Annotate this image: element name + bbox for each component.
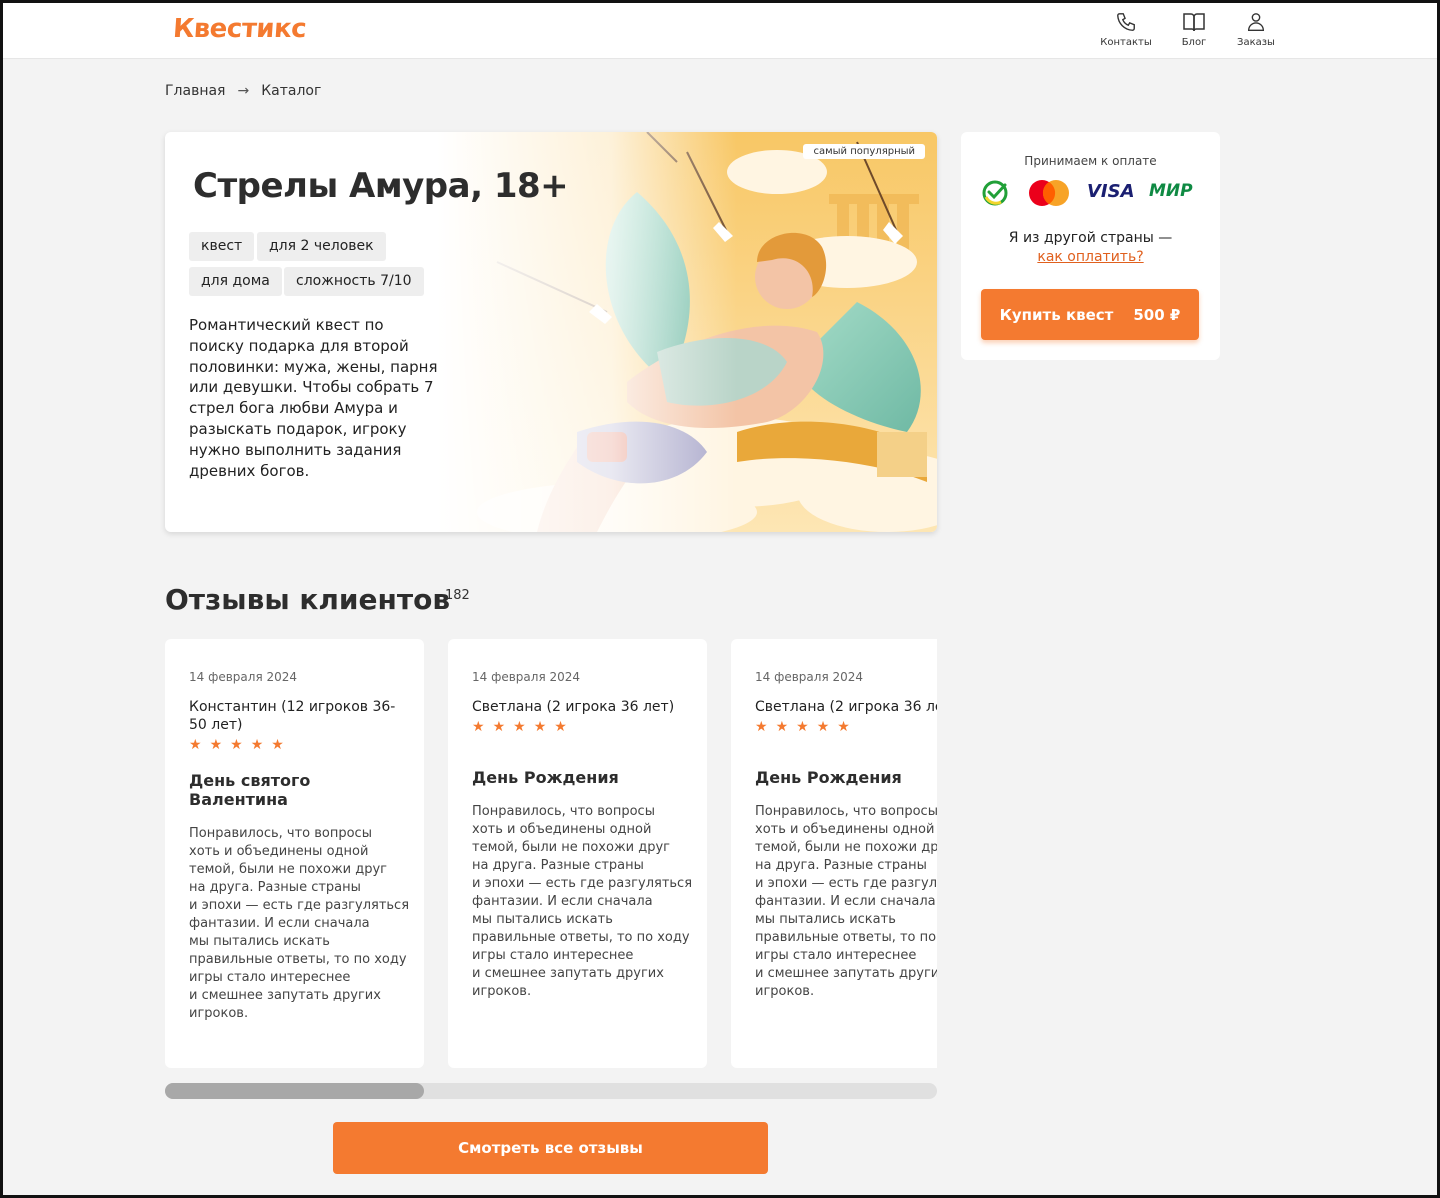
mir-logo: МИР	[1149, 181, 1193, 201]
review-rating: ★ ★ ★ ★ ★	[189, 737, 400, 753]
review-heading: День Рождения	[755, 768, 902, 787]
review-rating: ★ ★ ★ ★ ★	[755, 719, 937, 735]
nav-blog-label: Блог	[1181, 37, 1207, 48]
popular-badge: самый популярный	[803, 144, 925, 159]
star-icon: ★	[816, 719, 830, 735]
user-icon	[1247, 13, 1265, 31]
star-icon: ★	[230, 737, 243, 753]
star-icon: ★	[250, 737, 264, 753]
nav-orders-label: Заказы	[1237, 37, 1275, 48]
reviews-scroll-thumb[interactable]	[165, 1083, 424, 1099]
review-heading: День святого Валентина	[189, 771, 311, 809]
reviews-title: Отзывы клиентов	[165, 583, 451, 616]
buy-quest-button[interactable]: Купить квест 500 ₽	[981, 289, 1199, 340]
review-author: Константин (12 игроков 36-50 лет)	[189, 699, 396, 733]
review-rating: ★ ★ ★ ★ ★	[472, 719, 683, 735]
review-author: Светлана (2 игрока 36 лет)	[755, 699, 937, 715]
star-icon: ★	[472, 719, 485, 735]
reviews-count: 182	[445, 588, 470, 603]
review-card: 14 февраля 2024 Константин (12 игроков 3…	[165, 639, 424, 1068]
star-icon: ★	[513, 719, 526, 735]
other-country: Я из другой страны — как оплатить?	[961, 229, 1220, 267]
review-card: 14 февраля 2024 Светлана (2 игрока 36 ле…	[448, 639, 707, 1068]
reviews-scrollbar[interactable]	[165, 1083, 937, 1099]
review-date: 14 февраля 2024	[189, 670, 298, 684]
star-icon: ★	[837, 719, 850, 735]
star-icon: ★	[271, 737, 284, 753]
tag-type: квест	[189, 232, 255, 261]
tag-location: для дома	[189, 267, 282, 296]
quest-description: Романтический квест по поиску подарка дл…	[189, 316, 438, 480]
site-header: Квестикс Контакты Блог Заказы	[3, 3, 1437, 59]
phone-icon	[1117, 13, 1135, 31]
star-icon: ★	[189, 737, 202, 753]
tag-difficulty: сложность 7/10	[284, 267, 424, 296]
tag-players: для 2 человек	[257, 232, 386, 261]
buy-price: 500 ₽	[1133, 305, 1181, 324]
breadcrumb-home[interactable]: Главная	[165, 83, 225, 99]
breadcrumb-current[interactable]: Каталог	[261, 83, 321, 99]
review-date: 14 февраля 2024	[755, 670, 864, 684]
review-text: Понравилось, что вопросы хоть и объедине…	[755, 804, 937, 999]
buy-label: Купить квест	[999, 305, 1114, 324]
review-text: Понравилось, что вопросы хоть и объедине…	[189, 826, 410, 1021]
review-author: Светлана (2 игрока 36 лет)	[472, 699, 675, 715]
mastercard-icon	[1029, 180, 1069, 206]
logo[interactable]: Квестикс	[172, 14, 307, 44]
nav-blog[interactable]: Блог	[1164, 11, 1224, 48]
star-icon: ★	[209, 737, 223, 753]
nav-orders[interactable]: Заказы	[1226, 11, 1286, 48]
how-to-pay-link[interactable]: как оплатить?	[1037, 249, 1143, 265]
breadcrumb: Главная → Каталог	[165, 83, 321, 99]
book-icon	[1183, 13, 1205, 32]
review-date: 14 февраля 2024	[472, 670, 581, 684]
other-country-text: Я из другой страны —	[1008, 230, 1173, 246]
payment-title: Принимаем к оплате	[1024, 154, 1157, 168]
view-all-reviews-button[interactable]: Смотреть все отзывы	[333, 1122, 768, 1174]
visa-logo: VISA	[1087, 181, 1135, 202]
review-heading: День Рождения	[472, 768, 619, 787]
star-icon: ★	[775, 719, 789, 735]
star-icon: ★	[533, 719, 547, 735]
sber-icon	[982, 180, 1008, 206]
payment-card: Принимаем к оплате VISA МИР Я из другой …	[961, 132, 1220, 360]
star-icon: ★	[554, 719, 567, 735]
nav-contacts-label: Контакты	[1100, 37, 1152, 48]
reviews-carousel[interactable]: 14 февраля 2024 Константин (12 игроков 3…	[165, 639, 937, 1069]
quest-title: Стрелы Амура, 18+	[193, 166, 569, 206]
nav-contacts[interactable]: Контакты	[1096, 11, 1156, 48]
review-card: 14 февраля 2024 Светлана (2 игрока 36 ле…	[731, 639, 937, 1068]
star-icon: ★	[755, 719, 768, 735]
payment-methods: VISA МИР	[981, 176, 1201, 208]
star-icon: ★	[492, 719, 506, 735]
breadcrumb-separator: →	[237, 83, 250, 99]
quest-card: самый популярный Стрелы Амура, 18+ квест…	[165, 132, 937, 532]
star-icon: ★	[796, 719, 809, 735]
review-text: Понравилось, что вопросы хоть и объедине…	[472, 804, 693, 999]
